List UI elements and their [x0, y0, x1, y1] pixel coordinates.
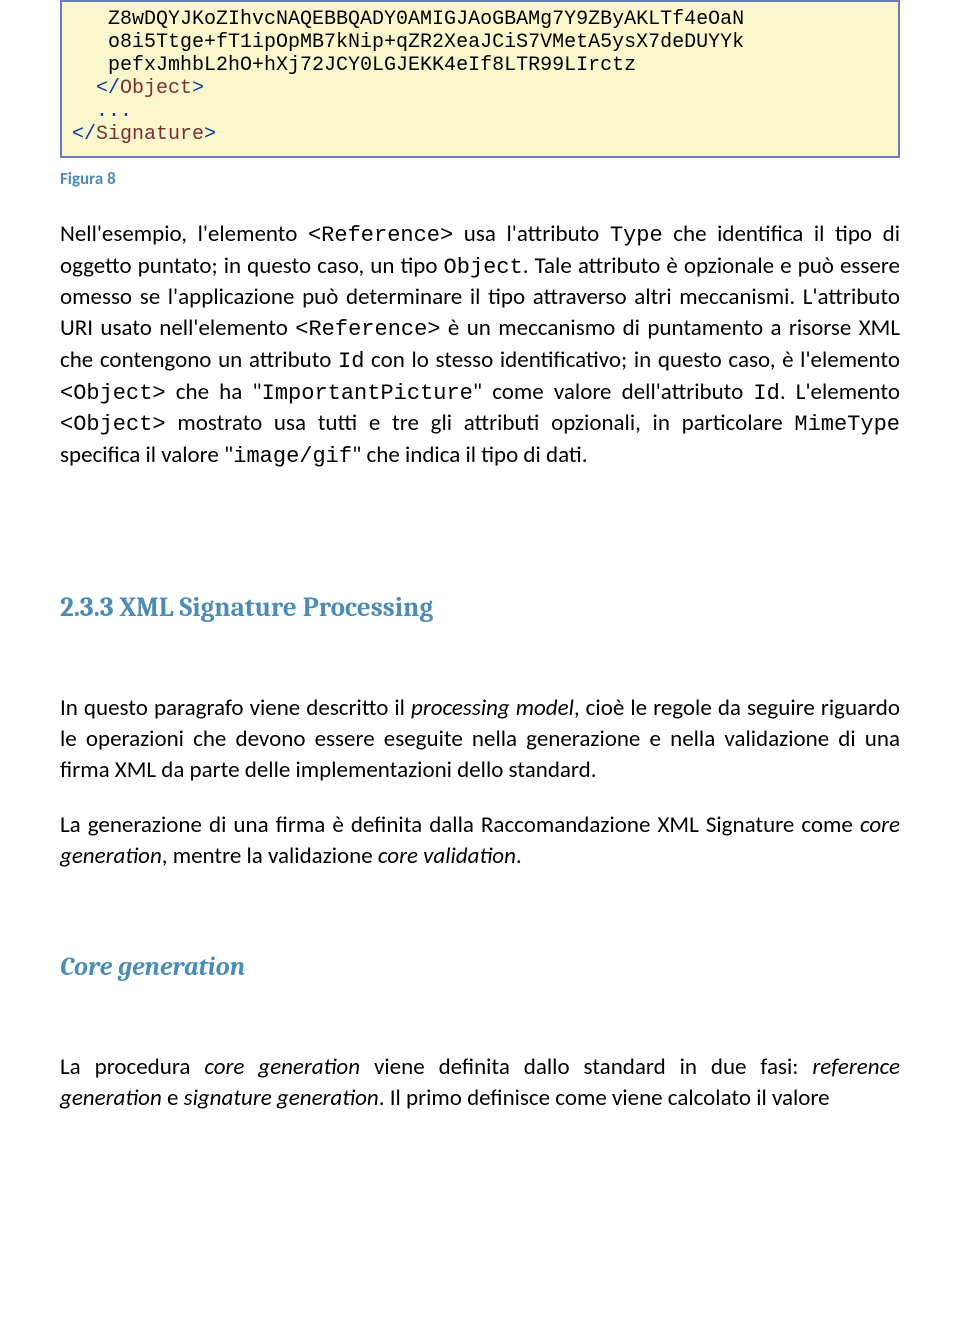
code-inline: Object: [444, 255, 523, 280]
italic-term: core generation: [204, 1053, 360, 1081]
italic-term: processing model: [411, 694, 574, 722]
code-inline: MimeType: [794, 412, 900, 437]
text-run: mostrato usa tutti e tre gli attributi o…: [166, 409, 795, 437]
paragraph-1: Nell'esempio, l'elemento <Reference> usa…: [60, 219, 900, 472]
code-inline: <Object>: [60, 412, 166, 437]
text-run: In questo paragrafo viene descritto il: [60, 694, 411, 722]
figure-caption: Figura 8: [60, 168, 900, 189]
code-inline: image/gif: [233, 444, 352, 469]
text-run: " come valore dell'attributo: [473, 378, 754, 406]
code-inline: Id: [753, 381, 779, 406]
text-run: Nell'esempio, l'elemento: [60, 220, 308, 248]
code-tag-name: Signature: [96, 123, 204, 146]
code-line: pefxJmhbL2hO+hXj72JCY0LGJEKK4eIf8LTR99LI…: [72, 54, 636, 77]
text-run: , mentre la validazione: [162, 842, 378, 870]
document-page: Z8wDQYJKoZIhvcNAQEBBQADY0AMIGJAoGBAMg7Y9…: [0, 0, 960, 1178]
code-inline: Type: [610, 223, 663, 248]
text-run: e: [162, 1084, 184, 1112]
text-run: specifica il valore ": [60, 441, 233, 469]
section-heading: 2.3.3 XML Signature Processing: [60, 592, 900, 623]
italic-term: core validation: [378, 842, 516, 870]
text-run: viene definita dallo standard in due fas…: [360, 1053, 812, 1081]
paragraph-4: La procedura core generation viene defin…: [60, 1052, 900, 1114]
code-inline: Id: [338, 349, 364, 374]
text-run: usa l'attributo: [453, 220, 610, 248]
code-inline: <Reference>: [295, 317, 440, 342]
code-tag-open: </: [72, 77, 120, 100]
code-block: Z8wDQYJKoZIhvcNAQEBBQADY0AMIGJAoGBAMg7Y9…: [60, 0, 900, 158]
text-run: La generazione di una firma è definita d…: [60, 811, 860, 839]
text-run: " che indica il tipo di dati.: [352, 441, 587, 469]
text-run: La procedura: [60, 1053, 204, 1081]
code-tag-close: >: [192, 77, 204, 100]
code-inline: <Object>: [60, 381, 166, 406]
code-tag-close: >: [204, 123, 216, 146]
italic-term: signature generation: [184, 1084, 379, 1112]
paragraph-3: La generazione di una firma è definita d…: [60, 810, 900, 872]
subsection-heading: Core generation: [60, 952, 900, 982]
text-run: .: [516, 842, 522, 870]
code-inline: <Reference>: [308, 223, 453, 248]
code-line: ...: [72, 100, 132, 123]
code-tag-name: Object: [120, 77, 192, 100]
code-inline: ImportantPicture: [262, 381, 473, 406]
code-line: Z8wDQYJKoZIhvcNAQEBBQADY0AMIGJAoGBAMg7Y9…: [72, 8, 744, 31]
code-tag-open: </: [72, 123, 96, 146]
text-run: che ha ": [166, 378, 262, 406]
code-line: o8i5Ttge+fT1ipOpMB7kNip+qZR2XeaJCiS7VMet…: [72, 31, 744, 54]
text-run: . Il primo definisce come viene calcolat…: [379, 1084, 830, 1112]
text-run: . L'elemento: [780, 378, 900, 406]
text-run: con lo stesso identificativo; in questo …: [364, 346, 900, 374]
paragraph-2: In questo paragrafo viene descritto il p…: [60, 693, 900, 786]
